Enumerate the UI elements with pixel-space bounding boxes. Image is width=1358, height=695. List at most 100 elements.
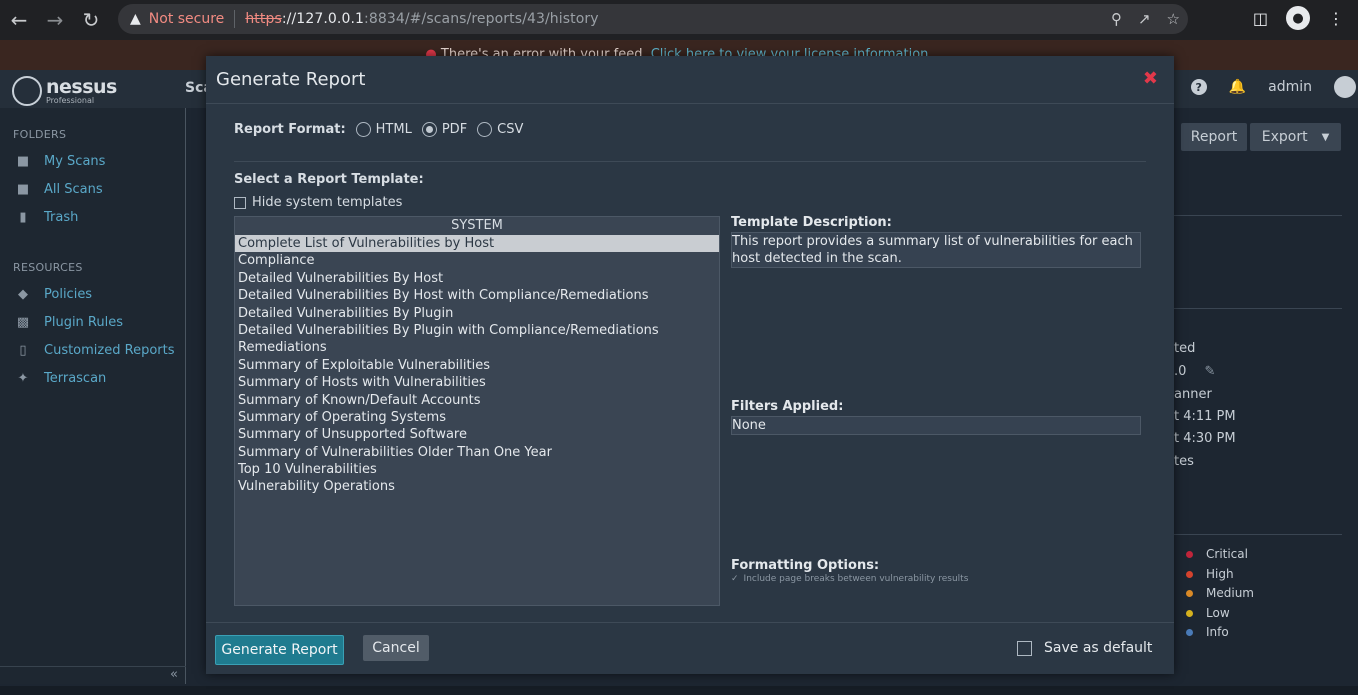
share-icon[interactable]: ↗ [1138,10,1151,28]
document-icon: ▯ [19,342,27,358]
sidebar-item-label: Policies [44,286,93,302]
zoom-icon[interactable]: ⚲ [1111,10,1122,28]
template-item[interactable]: Summary of Vulnerabilities Older Than On… [235,444,719,461]
sidebar-item-all-scans[interactable]: ■ All Scans [15,175,185,203]
divider [1174,215,1342,216]
avatar[interactable] [1334,76,1356,98]
terrascan-icon: ✦ [17,370,29,386]
template-section-title: Select a Report Template: [234,172,424,187]
sidebar-item-customized-reports[interactable]: ▯ Customized Reports [15,336,185,364]
medium-dot-icon [1186,589,1193,597]
save-default-checkbox[interactable] [1017,640,1032,656]
generate-report-button[interactable]: Generate Report [215,635,344,665]
template-item[interactable]: Vulnerability Operations [235,478,719,495]
back-icon[interactable]: ← [2,3,36,37]
sidebar-item-terrascan[interactable]: ✦ Terrascan [15,364,185,392]
scan-detail: .0 ✎ [1174,364,1215,379]
browser-toolbar: ← → ↻ ▲ Not secure https://127.0.0.1:883… [0,0,1358,40]
format-csv-radio[interactable] [477,122,493,137]
url-path: :8834/#/scans/reports/43/history [364,11,599,27]
template-item[interactable]: Summary of Hosts with Vulnerabilities [235,374,719,391]
template-item[interactable]: Detailed Vulnerabilities By Plugin [235,305,719,322]
format-pdf-label[interactable]: PDF [442,122,467,137]
report-button[interactable]: Report [1181,123,1247,151]
checkmark-icon[interactable]: ✓ [731,574,739,584]
filters-applied-label: Filters Applied: [731,399,844,414]
template-item[interactable]: Summary of Operating Systems [235,409,719,426]
template-list[interactable]: SYSTEM Complete List of Vulnerabilities … [234,216,720,606]
user-name[interactable]: admin [1268,79,1312,95]
hide-system-templates[interactable]: Hide system templates [234,195,402,210]
low-dot-icon [1186,609,1193,617]
template-item[interactable]: Summary of Unsupported Software [235,426,719,443]
legend-info: Info [1186,625,1229,639]
help-icon[interactable]: ? [1190,79,1207,95]
divider [1174,534,1342,535]
forward-icon[interactable]: → [38,3,72,37]
hide-system-label[interactable]: Hide system templates [252,195,402,210]
generate-report-dialog: Generate Report ✖ Report Format: HTML PD… [206,56,1174,674]
profile-icon[interactable]: ● [1286,6,1310,30]
url-scheme: https [245,11,282,27]
logo-subtitle: Professional [46,95,95,105]
address-divider [234,10,236,28]
sidebar-item-my-scans[interactable]: ■ My Scans [15,147,185,175]
sidebar-item-label: Plugin Rules [44,314,123,330]
dialog-title: Generate Report [216,69,366,90]
hide-system-checkbox[interactable] [234,196,246,209]
chevron-down-icon: ▼ [1321,131,1330,143]
browser-menu-icon[interactable]: ⋮ [1328,9,1344,28]
reload-icon[interactable]: ↻ [74,3,108,37]
bookmark-star-icon[interactable]: ☆ [1167,10,1180,28]
sidebar-item-trash[interactable]: ▮ Trash [15,203,185,231]
format-csv-label[interactable]: CSV [497,122,523,137]
template-item[interactable]: Remediations [235,339,719,356]
sidebar-item-policies[interactable]: ◆ Policies [15,280,185,308]
report-format-row: Report Format: HTML PDF CSV [234,122,533,137]
sidebar-item-plugin-rules[interactable]: ▩ Plugin Rules [15,308,185,336]
scan-detail: tes [1174,454,1194,469]
sidebar-item-label: Trash [44,209,79,225]
dialog-header: Generate Report [206,56,1174,104]
url-text[interactable]: https://127.0.0.1:8834/#/scans/reports/4… [245,11,598,27]
page-break-option[interactable]: ✓ Include page breaks between vulnerabil… [731,574,968,584]
sidebar-item-label: Terrascan [44,370,107,386]
format-html-radio[interactable] [355,122,371,137]
nessus-logo[interactable]: nessus Professional [12,76,117,106]
not-secure-label[interactable]: Not secure [149,11,225,27]
format-pdf-radio[interactable] [421,122,437,137]
legend-label: Medium [1206,586,1254,600]
scan-detail: anner [1174,387,1212,402]
high-dot-icon [1186,570,1193,578]
divider [234,161,1146,162]
bell-icon[interactable]: 🔔 [1229,79,1246,95]
template-item[interactable]: Summary of Known/Default Accounts [235,392,719,409]
legend-label: Low [1206,606,1230,620]
template-item[interactable]: Complete List of Vulnerabilities by Host [235,235,719,253]
template-item[interactable]: Detailed Vulnerabilities By Host with Co… [235,287,719,304]
close-icon[interactable]: ✖ [1143,68,1158,89]
address-bar[interactable]: ▲ Not secure https://127.0.0.1:8834/#/sc… [118,4,1188,34]
template-item[interactable]: Compliance [235,252,719,269]
info-dot-icon [1186,628,1193,636]
scan-detail: t 4:30 PM [1174,431,1236,446]
folders-title: FOLDERS [13,128,67,141]
sidebar-item-label: Customized Reports [44,342,175,358]
edit-pencil-icon[interactable]: ✎ [1205,364,1216,379]
template-item[interactable]: Detailed Vulnerabilities By Plugin with … [235,322,719,339]
shield-icon: ◆ [18,286,28,302]
export-button[interactable]: Export ▼ [1250,123,1341,151]
save-default-label[interactable]: Save as default [1044,640,1152,656]
collapse-icon: « [170,667,178,682]
save-as-default[interactable]: Save as default [1017,640,1152,656]
cancel-button[interactable]: Cancel [363,635,429,661]
template-item[interactable]: Summary of Exploitable Vulnerabilities [235,357,719,374]
template-item[interactable]: Top 10 Vulnerabilities [235,461,719,478]
sidebar-collapse-button[interactable]: « [0,666,186,687]
scan-detail: t 4:11 PM [1174,409,1236,424]
logo-mark-icon [12,76,42,106]
format-html-label[interactable]: HTML [376,122,412,137]
sidebar-item-label: All Scans [44,181,103,197]
side-panel-icon[interactable]: ◫ [1253,9,1268,28]
template-item[interactable]: Detailed Vulnerabilities By Host [235,270,719,287]
